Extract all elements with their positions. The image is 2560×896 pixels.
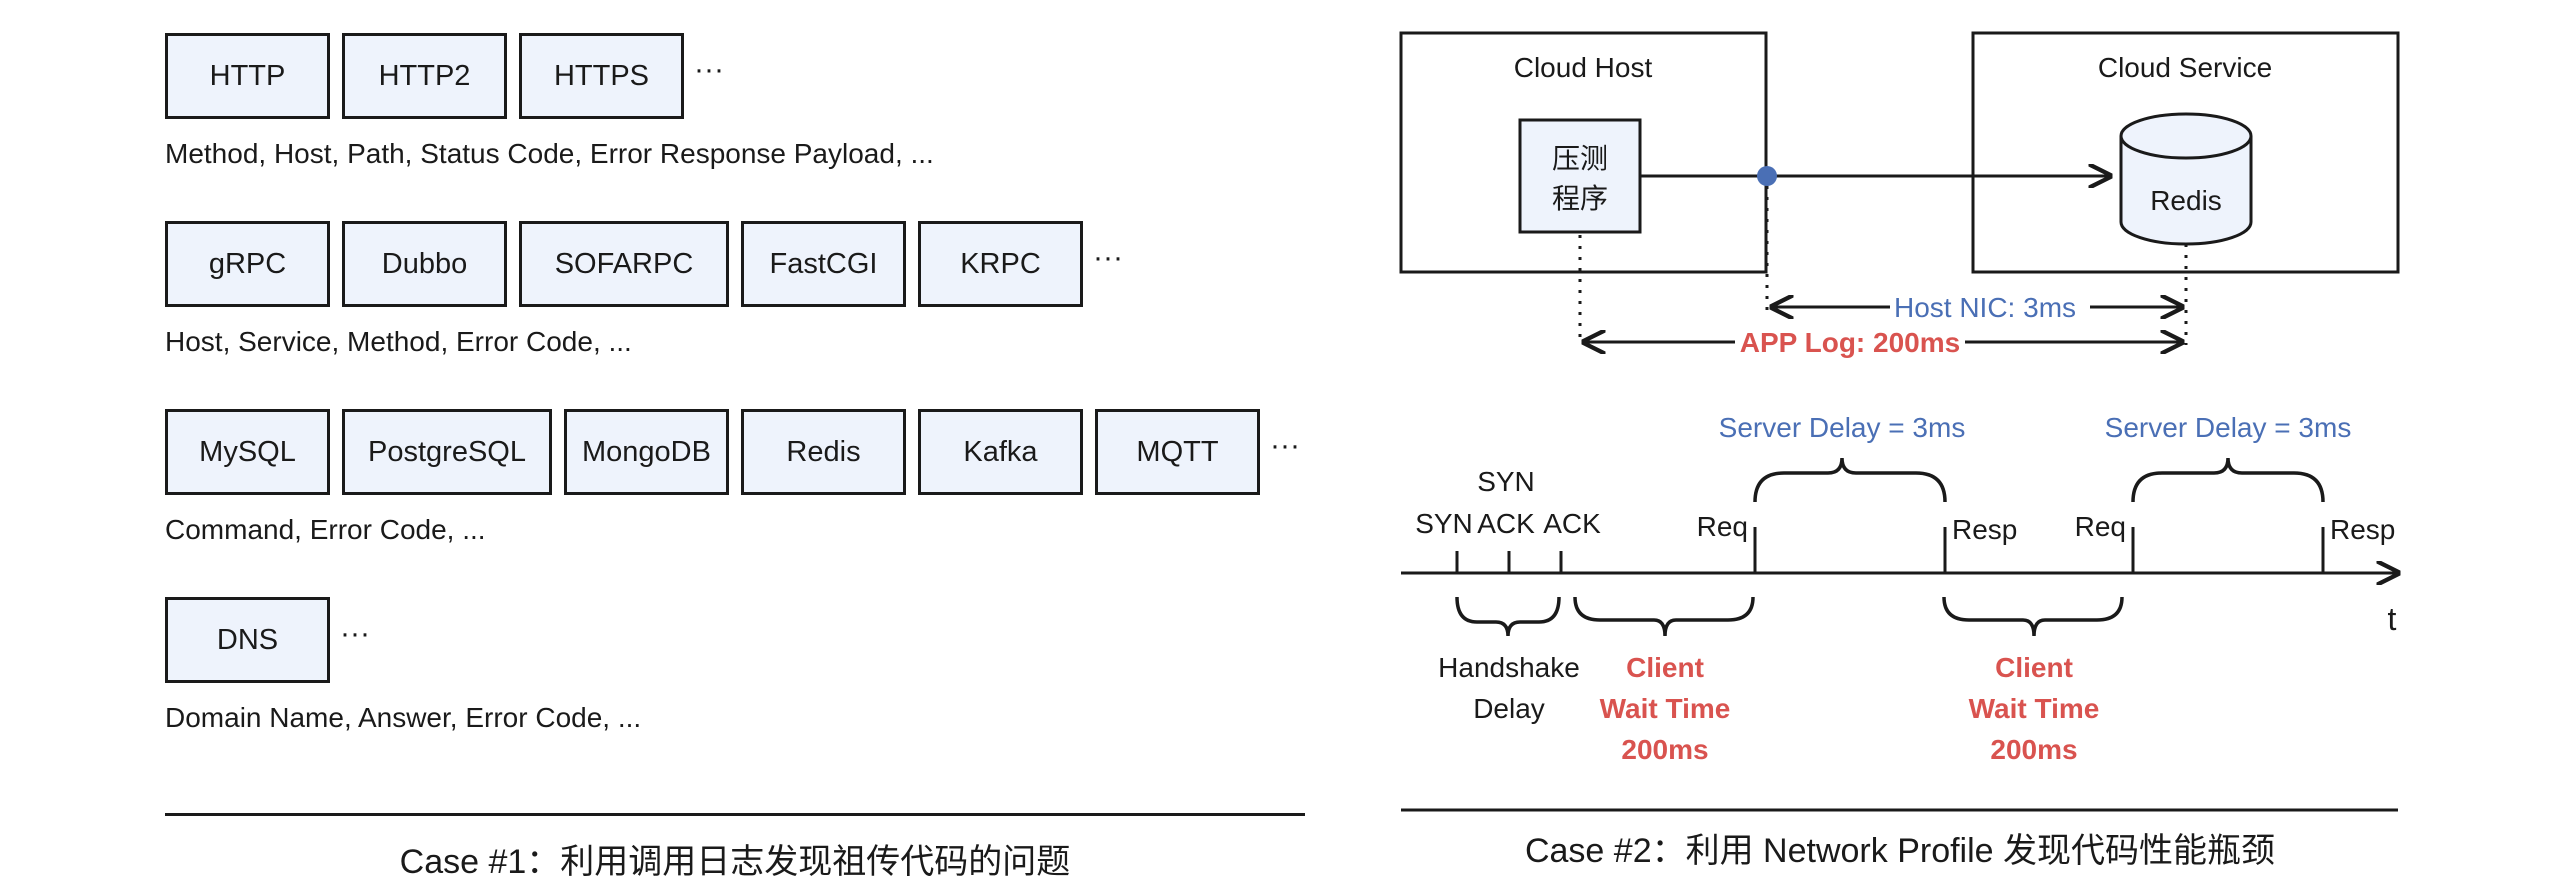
case2-diagram: Cloud Host 压测 程序 Cloud Service Redis Hos… [1399,31,2560,870]
timeline-axis-label: t [2388,601,2397,637]
app-log-latency-label: APP Log: 200ms [1740,327,1960,358]
load-test-app-label-line1: 压测 [1552,143,1608,174]
host-nic-dot [1757,166,1777,186]
event-resp2-label: Resp [2330,514,2395,545]
event-req1-label: Req [1697,511,1748,542]
redis-db-label: Redis [2150,185,2222,216]
client-wait-brace-2 [1942,596,2124,637]
client-wait-brace-1 [1573,596,1755,637]
event-req2-label: Req [2075,511,2126,542]
handshake-delay-label-line1: Handshake [1438,652,1580,683]
client-wait-2-line1: Client [1995,652,2073,683]
client-wait-2-line3: 200ms [1990,734,2077,765]
host-nic-latency-label: Host NIC: 3ms [1894,292,2076,323]
server-delay-brace-1 [1753,457,1947,503]
case2-caption: Case #2：利用 Network Profile 发现代码性能瓶颈 [1525,832,2275,870]
event-syn-label: SYN [1415,508,1473,539]
cloud-host-label: Cloud Host [1514,52,1653,83]
client-wait-1-line2: Wait Time [1600,693,1731,724]
handshake-brace [1455,596,1561,637]
server-delay-label-1: Server Delay = 3ms [1719,412,1966,443]
event-synack-label-top: SYN [1477,466,1535,497]
handshake-delay-label-line2: Delay [1473,693,1545,724]
client-wait-2-line2: Wait Time [1969,693,2100,724]
client-wait-1-line3: 200ms [1621,734,1708,765]
cloud-service-label: Cloud Service [2098,52,2272,83]
diagram-stage: HTTP HTTP2 HTTPS ··· Method, Host, Path, Sta… [0,0,2560,896]
server-delay-brace-2 [2131,457,2325,503]
client-wait-1-line1: Client [1626,652,1704,683]
event-resp1-label: Resp [1952,514,2017,545]
load-test-app-box [1518,118,1642,234]
redis-db-icon [2119,112,2253,246]
load-test-app-label-line2: 程序 [1552,183,1608,214]
server-delay-label-2: Server Delay = 3ms [2105,412,2352,443]
event-synack-label-bottom: ACK [1477,508,1535,539]
event-ack-label: ACK [1543,508,1601,539]
